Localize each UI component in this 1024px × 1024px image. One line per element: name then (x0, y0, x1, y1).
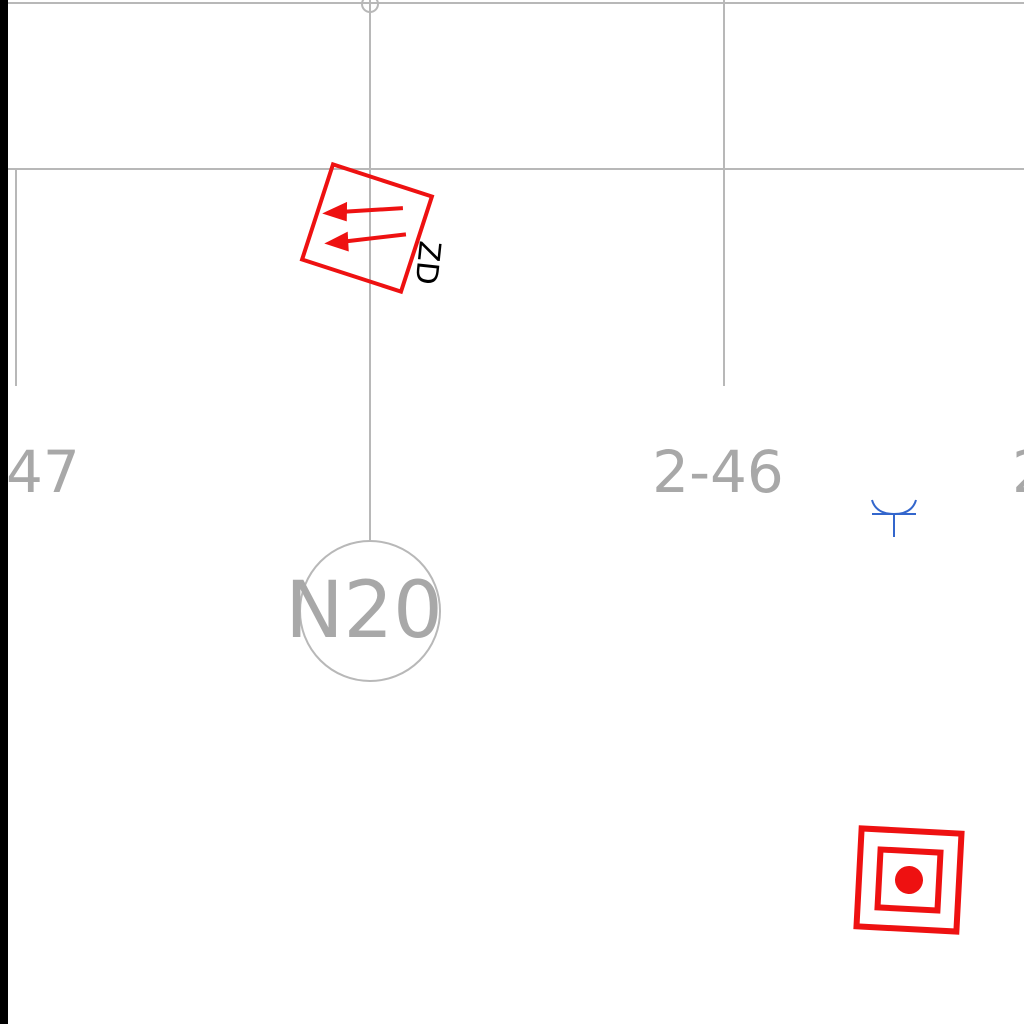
plan-drawing: N20 47 2-46 2 ZD (6, 0, 1024, 935)
grid-label-middle: 2-46 (652, 438, 784, 506)
grid-label-left: 47 (6, 438, 80, 506)
y-antenna-icon (871, 499, 917, 537)
drawing-canvas: N20 47 2-46 2 ZD (0, 0, 1024, 1024)
grid-lines (8, 0, 1024, 540)
grid-label-right: 2 (1012, 438, 1024, 506)
grid-bubble-n20: N20 (285, 540, 443, 682)
grid-bubble-label: N20 (285, 566, 443, 656)
concentric-square-dot-icon (853, 825, 965, 935)
double-arrow-tag: ZD (407, 239, 446, 286)
